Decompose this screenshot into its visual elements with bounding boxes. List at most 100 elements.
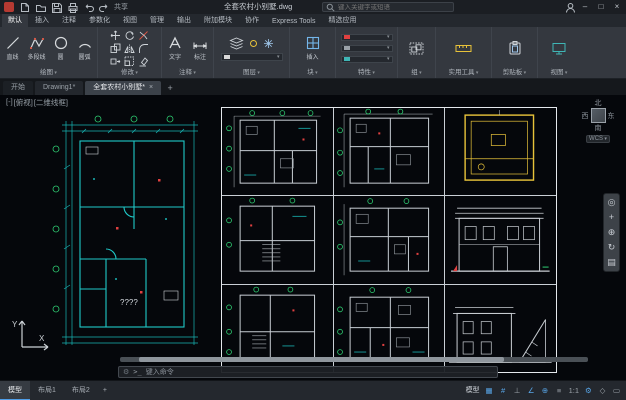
measure-icon[interactable] — [455, 42, 472, 55]
viewcube-cube[interactable] — [591, 108, 606, 123]
horizontal-scrollbar[interactable] — [120, 357, 588, 362]
full-navigation-wheel-icon[interactable]: ◎ — [604, 195, 619, 210]
panel-title-view[interactable]: 视图 — [540, 68, 578, 78]
panel-title-clipboard[interactable]: 剪贴板 — [494, 68, 535, 78]
command-line[interactable]: ⚙ >_ 键入命令 — [118, 366, 498, 378]
insert-block-tool[interactable]: 插入 — [301, 35, 324, 61]
help-search-box[interactable] — [322, 2, 454, 12]
panel-title-block[interactable]: 块 — [292, 68, 333, 78]
scrollbar-thumb[interactable] — [139, 357, 504, 362]
showmotion-icon[interactable]: ▤ — [604, 255, 619, 270]
workspace-gear-icon[interactable]: ⚙ — [582, 384, 595, 398]
grid-toggle-icon[interactable]: ▦ — [483, 384, 496, 398]
osnap-toggle-icon[interactable]: ⊕ — [539, 384, 552, 398]
lineweight-dropdown[interactable] — [341, 56, 393, 63]
model-space-toggle[interactable]: 模型 — [464, 384, 482, 398]
erase-icon[interactable] — [137, 55, 150, 67]
named-views-icon[interactable] — [551, 41, 567, 56]
ribbon-tab-addins[interactable]: 附加模块 — [198, 13, 238, 27]
open-file-icon[interactable] — [34, 1, 46, 13]
paste-icon[interactable] — [507, 40, 523, 56]
viewcube-wcs-menu[interactable]: WCS — [586, 135, 610, 143]
new-drawing-tab-button[interactable]: + — [163, 81, 177, 95]
viewcube-south[interactable]: 南 — [575, 123, 621, 133]
ribbon-tab-annotate[interactable]: 注释 — [56, 13, 82, 27]
new-file-icon[interactable] — [18, 1, 30, 13]
viewport-control-view[interactable]: [俯视] — [14, 97, 33, 108]
panel-title-annotation[interactable]: 注释 — [164, 68, 211, 78]
scale-icon[interactable] — [123, 55, 136, 67]
layer-on-icon[interactable] — [248, 38, 259, 49]
arc-tool[interactable]: 圆弧 — [74, 35, 95, 61]
ribbon-tab-home[interactable]: 默认 — [2, 13, 28, 27]
text-tool[interactable]: 文字 — [164, 35, 186, 61]
layout-tab-layout1[interactable]: 布局1 — [30, 381, 64, 400]
undo-icon[interactable] — [82, 1, 94, 13]
command-input-hint[interactable]: 键入命令 — [146, 367, 174, 377]
share-button[interactable]: 共享 — [114, 2, 128, 12]
panel-title-properties[interactable]: 特性 — [338, 68, 395, 78]
layout-tab-layout2[interactable]: 布局2 — [64, 381, 98, 400]
move-icon[interactable] — [109, 29, 122, 41]
file-tab-villa[interactable]: 全套农村小别墅* × — [85, 81, 161, 95]
app-logo-icon[interactable] — [4, 2, 14, 12]
orbit-icon[interactable]: ↻ — [604, 240, 619, 255]
zoom-icon[interactable]: ⊕ — [604, 225, 619, 240]
object-color-dropdown[interactable] — [341, 34, 393, 41]
customize-icon[interactable]: ⚙ — [123, 368, 129, 376]
polyline-tool[interactable]: 多段线 — [26, 35, 47, 61]
trim-icon[interactable] — [137, 29, 150, 41]
file-tab-start[interactable]: 开始 — [3, 81, 33, 95]
panel-title-modify[interactable]: 修改 — [100, 68, 159, 78]
ribbon-tab-manage[interactable]: 管理 — [144, 13, 170, 27]
linetype-dropdown[interactable] — [341, 45, 393, 52]
layer-freeze-icon[interactable] — [263, 38, 274, 49]
fillet-icon[interactable] — [137, 42, 150, 54]
viewport-control-visual-style[interactable]: [二维线框] — [34, 97, 68, 108]
file-tab-drawing1[interactable]: Drawing1* — [35, 81, 83, 95]
dimension-tool[interactable]: 标注 — [189, 35, 211, 61]
snap-toggle-icon[interactable]: # — [497, 384, 510, 398]
viewcube[interactable]: 北 西 东 南 WCS — [575, 98, 621, 143]
group-icon[interactable] — [409, 42, 424, 55]
save-icon[interactable] — [50, 1, 62, 13]
circle-tool[interactable]: 圆 — [50, 35, 71, 61]
account-icon[interactable] — [564, 1, 576, 13]
polar-tracking-icon[interactable]: ∠ — [525, 384, 538, 398]
mirror-icon[interactable] — [123, 42, 136, 54]
ribbon-tab-express-tools[interactable]: Express Tools — [266, 16, 321, 27]
viewcube-west[interactable]: 西 — [582, 111, 589, 121]
panel-title-draw[interactable]: 绘图 — [2, 68, 95, 78]
panel-title-groups[interactable]: 组 — [400, 68, 433, 78]
ortho-toggle-icon[interactable]: ⊥ — [511, 384, 524, 398]
close-button[interactable]: × — [610, 1, 624, 13]
layer-dropdown[interactable] — [221, 53, 283, 61]
ribbon-tab-collaborate[interactable]: 协作 — [239, 13, 265, 27]
panel-title-utilities[interactable]: 实用工具 — [438, 68, 489, 78]
ribbon-tab-featured-apps[interactable]: 精选应用 — [322, 13, 362, 27]
ribbon-tab-insert[interactable]: 插入 — [29, 13, 55, 27]
isolate-objects-ic icon[interactable]: ◇ — [596, 384, 609, 398]
add-layout-button[interactable]: + — [98, 381, 112, 400]
ribbon-tab-view[interactable]: 视图 — [117, 13, 143, 27]
ribbon-tab-parametric[interactable]: 参数化 — [83, 13, 116, 27]
lineweight-toggle-icon[interactable]: ≡ — [553, 384, 566, 398]
viewport-control-expand[interactable]: [-] — [6, 97, 13, 108]
panel-title-layers[interactable]: 图层 — [216, 68, 287, 78]
redo-icon[interactable] — [98, 1, 110, 13]
rotate-icon[interactable] — [123, 29, 136, 41]
search-input[interactable] — [338, 4, 450, 11]
copy-icon[interactable] — [109, 42, 122, 54]
maximize-button[interactable]: □ — [594, 1, 608, 13]
close-tab-icon[interactable]: × — [149, 81, 153, 95]
minimize-button[interactable]: – — [578, 1, 592, 13]
layout-tab-model[interactable]: 模型 — [0, 381, 30, 400]
annotation-scale-button[interactable]: 1:1 — [567, 384, 581, 398]
drawing-canvas[interactable]: [-] [俯视] [二维线框] — [0, 95, 626, 380]
ribbon-tab-output[interactable]: 输出 — [171, 13, 197, 27]
line-tool[interactable]: 直线 — [2, 35, 23, 61]
print-icon[interactable] — [66, 1, 78, 13]
pan-icon[interactable]: + — [604, 210, 619, 225]
viewcube-north[interactable]: 北 — [575, 98, 621, 108]
layer-stack-icon[interactable] — [229, 36, 244, 51]
